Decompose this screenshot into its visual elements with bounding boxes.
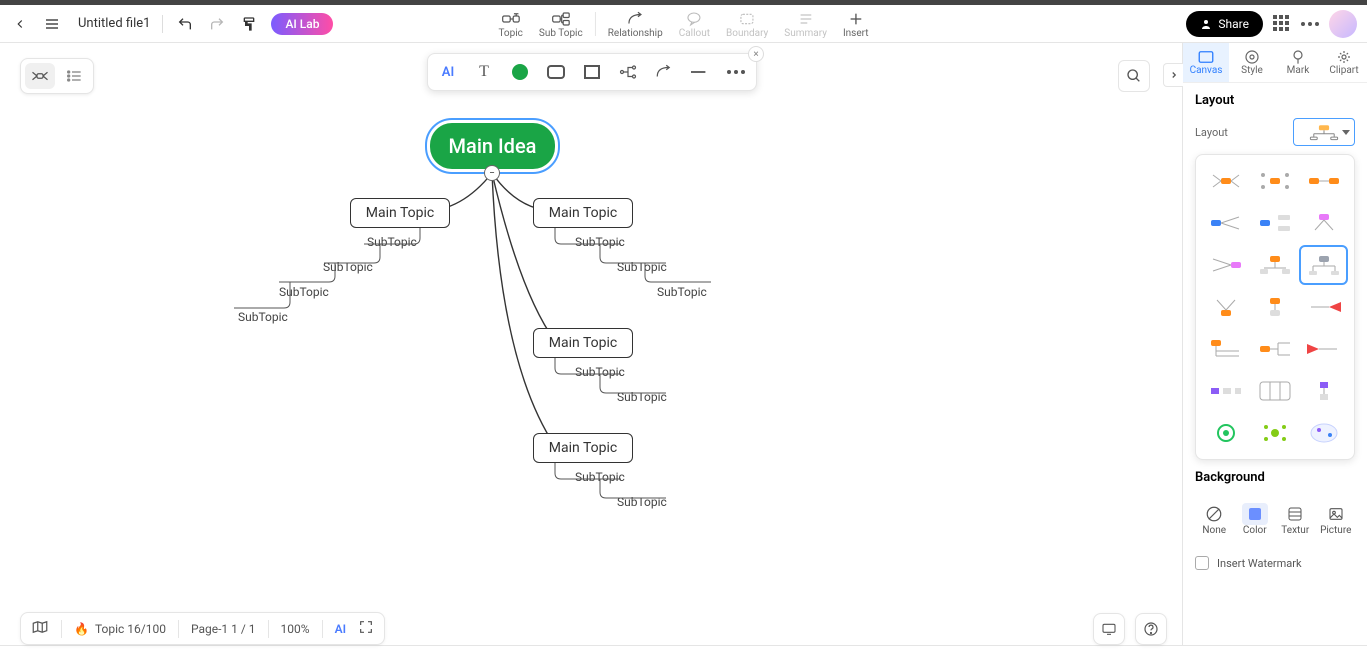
status-bar: 🔥 Topic 16/100 Page-1 1 / 1 100% AI (20, 612, 385, 645)
toolbar-summary: Summary (776, 5, 835, 43)
fullscreen-icon[interactable] (358, 619, 374, 638)
bg-tab-none[interactable]: None (1195, 497, 1234, 542)
layout-option[interactable] (1204, 415, 1249, 451)
page-indicator[interactable]: Page-1 1 / 1 (191, 622, 256, 636)
redo-button[interactable] (207, 14, 227, 34)
apps-icon[interactable] (1273, 15, 1291, 33)
presentation-icon[interactable] (1093, 613, 1125, 645)
layout-option[interactable] (1204, 247, 1249, 283)
layout-option[interactable] (1253, 289, 1298, 325)
canvas-workspace[interactable]: AI T × Main Idea − Main Topic SubTopic S… (0, 43, 1182, 645)
top-toolbar: Topic Sub Topic Relationship Callout Bou… (490, 5, 876, 42)
layout-label: Layout (1195, 126, 1228, 139)
layout-option[interactable] (1301, 373, 1346, 409)
panel-tab-mark[interactable]: Mark (1275, 43, 1321, 82)
toolbar-boundary: Boundary (718, 5, 776, 43)
ai-assist-icon[interactable]: AI (335, 622, 346, 636)
bg-tab-color[interactable]: Color (1236, 497, 1275, 542)
topic-node[interactable]: Main Topic (533, 433, 633, 463)
layout-option[interactable] (1253, 163, 1298, 199)
bg-tab-texture[interactable]: Textur (1276, 497, 1315, 542)
watermark-checkbox[interactable] (1195, 556, 1209, 570)
undo-button[interactable] (175, 14, 195, 34)
share-button[interactable]: Share (1186, 11, 1263, 37)
panel-tab-style[interactable]: Style (1229, 43, 1275, 82)
layout-option-selected[interactable] (1301, 247, 1346, 283)
layout-dropdown[interactable] (1293, 118, 1355, 146)
topic-count: Topic 16/100 (95, 622, 166, 636)
layout-option[interactable] (1204, 289, 1249, 325)
collapse-panel-icon[interactable] (1163, 63, 1183, 87)
toolbar-subtopic[interactable]: Sub Topic (531, 5, 591, 43)
mindmap-canvas[interactable]: Main Idea − Main Topic SubTopic SubTopic… (0, 43, 1182, 645)
layout-option[interactable] (1253, 205, 1298, 241)
root-node[interactable]: Main Idea (430, 123, 555, 169)
layout-option[interactable] (1253, 247, 1298, 283)
layout-option[interactable] (1253, 415, 1298, 451)
topic-node[interactable]: Main Topic (533, 328, 633, 358)
avatar[interactable] (1329, 10, 1357, 38)
more-icon[interactable] (1301, 22, 1319, 26)
topic-node[interactable]: Main Topic (350, 198, 450, 228)
layout-option[interactable] (1253, 373, 1298, 409)
layout-option[interactable] (1204, 373, 1249, 409)
zoom-level[interactable]: 100% (281, 622, 310, 636)
toolbar-relationship[interactable]: Relationship (600, 5, 671, 43)
fire-icon: 🔥 (74, 622, 89, 636)
right-panel: Canvas Style Mark Clipart Layout Layout (1182, 43, 1367, 645)
collapse-handle-icon[interactable]: − (484, 165, 500, 181)
filename[interactable]: Untitled file1 (78, 16, 150, 31)
app-header: Untitled file1 AI Lab Topic Sub Topic Re… (0, 5, 1367, 43)
map-icon[interactable] (31, 619, 49, 638)
layout-option[interactable] (1204, 163, 1249, 199)
section-title-background: Background (1195, 470, 1355, 485)
back-button[interactable] (10, 14, 30, 34)
toolbar-callout: Callout (671, 5, 718, 43)
help-icon[interactable] (1135, 613, 1167, 645)
toolbar-topic[interactable]: Topic (490, 5, 530, 43)
ai-lab-button[interactable]: AI Lab (271, 13, 333, 35)
layout-option[interactable] (1204, 331, 1249, 367)
layout-option[interactable] (1301, 289, 1346, 325)
layout-option[interactable] (1301, 205, 1346, 241)
layout-option[interactable] (1204, 205, 1249, 241)
layout-options-grid (1195, 154, 1355, 460)
layout-option[interactable] (1301, 415, 1346, 451)
format-painter-button[interactable] (239, 14, 259, 34)
menu-button[interactable] (42, 14, 62, 34)
panel-tab-canvas[interactable]: Canvas (1183, 43, 1229, 82)
topic-node[interactable]: Main Topic (533, 198, 633, 228)
layout-option[interactable] (1301, 331, 1346, 367)
search-button[interactable] (1118, 60, 1150, 92)
layout-option[interactable] (1301, 163, 1346, 199)
layout-option[interactable] (1253, 331, 1298, 367)
panel-tab-clipart[interactable]: Clipart (1321, 43, 1367, 82)
section-title-layout: Layout (1195, 93, 1355, 108)
bg-tab-picture[interactable]: Picture (1317, 497, 1356, 542)
watermark-label: Insert Watermark (1217, 557, 1302, 570)
toolbar-insert[interactable]: Insert (835, 5, 877, 43)
